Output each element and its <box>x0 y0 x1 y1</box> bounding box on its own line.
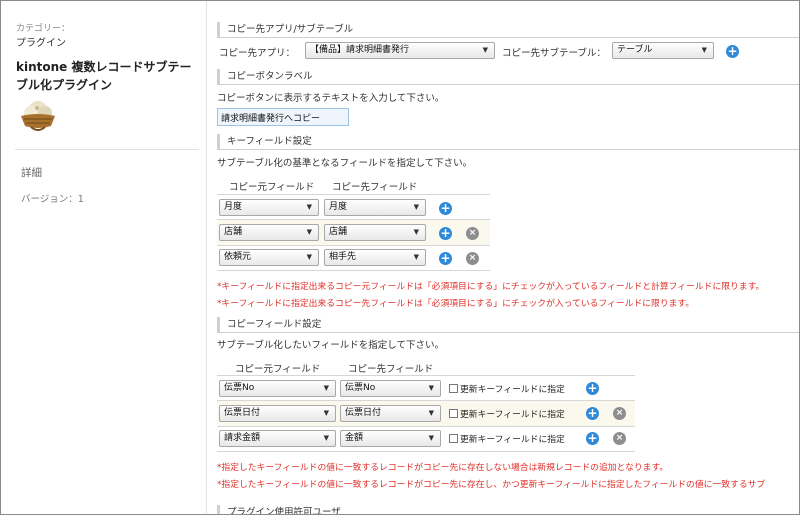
key-fields-note-dst: *キーフィールドに指定出来るコピー先フィールドは「必須項目にする」にチェックが入… <box>217 299 695 309</box>
table-divider <box>217 245 490 246</box>
category-label: カテゴリー： <box>16 24 71 34</box>
category-value: プラグイン <box>16 38 66 49</box>
x-circle-icon[interactable]: × <box>466 252 479 265</box>
key-fields-note-src: *キーフィールドに指定出来るコピー元フィールドは「必須項目にする」にチェックが入… <box>217 282 765 292</box>
chevron-down-icon: ▼ <box>323 434 329 442</box>
chevron-down-icon: ▼ <box>413 253 419 261</box>
section-title-key-fields: キーフィールド設定 <box>217 134 799 150</box>
copy-dst-value: 伝票No <box>345 383 376 393</box>
section-title-copy-button: コピーボタンラベル <box>217 69 799 85</box>
chevron-down-icon: ▼ <box>701 46 707 54</box>
chevron-down-icon: ▼ <box>306 228 312 236</box>
sidebar-divider <box>15 149 199 150</box>
update-key-checkbox[interactable] <box>449 409 458 418</box>
key-src-value: 月度 <box>224 202 243 212</box>
settings-main: コピー先アプリ/サブテーブル コピー先アプリ： 【備品】請求明細書発行 ▼ コピ… <box>207 1 799 514</box>
copy-button-label-input[interactable] <box>217 108 349 126</box>
copy-button-description: コピーボタンに表示するテキストを入力して下さい。 <box>217 93 445 104</box>
plus-circle-icon[interactable]: + <box>586 407 599 420</box>
table-divider <box>217 270 490 271</box>
key-src-value: 店舗 <box>224 227 243 237</box>
copy-dst-select[interactable]: 金額 ▼ <box>340 430 441 447</box>
copy-dst-select[interactable]: 伝票日付 ▼ <box>340 405 441 422</box>
plus-circle-icon[interactable]: + <box>586 432 599 445</box>
plus-circle-icon[interactable]: + <box>726 45 739 58</box>
copy-fields-description: サブテーブル化したいフィールドを指定して下さい。 <box>217 340 444 351</box>
copy-fields-col-dst: コピー先フィールド <box>348 364 434 375</box>
copy-src-value: 請求金額 <box>224 433 261 443</box>
x-circle-icon[interactable]: × <box>466 227 479 240</box>
chevron-down-icon: ▼ <box>428 409 434 417</box>
copy-target-app-value: 【備品】請求明細書発行 <box>310 45 410 55</box>
table-divider <box>217 375 635 376</box>
plus-circle-icon[interactable]: + <box>439 252 452 265</box>
copy-target-subtable-value: テーブル <box>617 45 653 55</box>
key-src-select[interactable]: 依頼元 ▼ <box>219 249 319 266</box>
chevron-down-icon: ▼ <box>306 203 312 211</box>
key-dst-value: 相手先 <box>329 252 357 262</box>
chevron-down-icon: ▼ <box>306 253 312 261</box>
copy-target-subtable-label: コピー先サブテーブル： <box>502 48 606 59</box>
key-dst-select[interactable]: 店舗 ▼ <box>324 224 426 241</box>
key-src-select[interactable]: 月度 ▼ <box>219 199 319 216</box>
table-divider <box>217 219 490 220</box>
copy-dst-value: 伝票日付 <box>345 408 382 418</box>
chevron-down-icon: ▼ <box>323 409 329 417</box>
copy-target-subtable-select[interactable]: テーブル ▼ <box>612 42 714 59</box>
copy-target-app-label: コピー先アプリ： <box>219 48 296 59</box>
chevron-down-icon: ▼ <box>428 434 434 442</box>
key-fields-col-src: コピー元フィールド <box>229 182 315 193</box>
table-divider <box>217 400 635 401</box>
table-divider <box>217 426 635 427</box>
key-dst-select[interactable]: 相手先 ▼ <box>324 249 426 266</box>
copy-fields-note-update: *指定したキーフィールドの値に一致するレコードがコピー先に存在し、かつ更新キーフ… <box>217 480 766 490</box>
chevron-down-icon: ▼ <box>413 228 419 236</box>
copy-src-select[interactable]: 伝票日付 ▼ <box>219 405 336 422</box>
chevron-down-icon: ▼ <box>482 46 488 54</box>
key-src-select[interactable]: 店舗 ▼ <box>219 224 319 241</box>
x-circle-icon[interactable]: × <box>613 432 626 445</box>
plus-circle-icon[interactable]: + <box>439 202 452 215</box>
table-divider <box>217 451 635 452</box>
update-key-checkbox-label: 更新キーフィールドに指定 <box>460 410 565 420</box>
plugin-title: kintone 複数レコードサブテーブル化プラグイン <box>16 60 192 92</box>
copy-fields-note-new: *指定したキーフィールドの値に一致するレコードがコピー先に存在しない場合は新規レ… <box>217 463 669 473</box>
key-fields-description: サブテーブル化の基準となるフィールドを指定して下さい。 <box>217 158 473 169</box>
copy-src-value: 伝票No <box>224 383 255 393</box>
copy-src-select[interactable]: 伝票No ▼ <box>219 380 336 397</box>
plugin-logo <box>18 99 58 135</box>
key-dst-select[interactable]: 月度 ▼ <box>324 199 426 216</box>
copy-dst-select[interactable]: 伝票No ▼ <box>340 380 441 397</box>
copy-fields-col-src: コピー元フィールド <box>235 364 321 375</box>
section-title-copy-target: コピー先アプリ/サブテーブル <box>217 22 799 38</box>
table-divider <box>217 194 490 195</box>
section-title-copy-fields: コピーフィールド設定 <box>217 317 799 333</box>
update-key-checkbox-label: 更新キーフィールドに指定 <box>460 385 565 395</box>
x-circle-icon[interactable]: × <box>613 407 626 420</box>
plus-circle-icon[interactable]: + <box>586 382 599 395</box>
update-key-checkbox[interactable] <box>449 434 458 443</box>
update-key-checkbox-label: 更新キーフィールドに指定 <box>460 435 565 445</box>
copy-dst-value: 金額 <box>345 433 364 443</box>
detail-link[interactable]: 詳細 <box>21 165 42 180</box>
key-src-value: 依頼元 <box>224 252 252 262</box>
key-fields-col-dst: コピー先フィールド <box>332 182 418 193</box>
key-dst-value: 店舗 <box>329 227 348 237</box>
chevron-down-icon: ▼ <box>323 384 329 392</box>
plus-circle-icon[interactable]: + <box>439 227 452 240</box>
copy-src-select[interactable]: 請求金額 ▼ <box>219 430 336 447</box>
sidebar: カテゴリー： プラグイン kintone 複数レコードサブテーブル化プラグイン … <box>1 1 207 514</box>
key-dst-value: 月度 <box>329 202 348 212</box>
section-title-permission: プラグイン使用許可ユーザ <box>217 505 799 514</box>
copy-src-value: 伝票日付 <box>224 408 261 418</box>
plugin-settings-window: カテゴリー： プラグイン kintone 複数レコードサブテーブル化プラグイン … <box>0 0 800 515</box>
chevron-down-icon: ▼ <box>413 203 419 211</box>
copy-target-app-select[interactable]: 【備品】請求明細書発行 ▼ <box>305 42 495 59</box>
version-label: バージョン：1 <box>21 194 84 205</box>
update-key-checkbox[interactable] <box>449 384 458 393</box>
chevron-down-icon: ▼ <box>428 384 434 392</box>
